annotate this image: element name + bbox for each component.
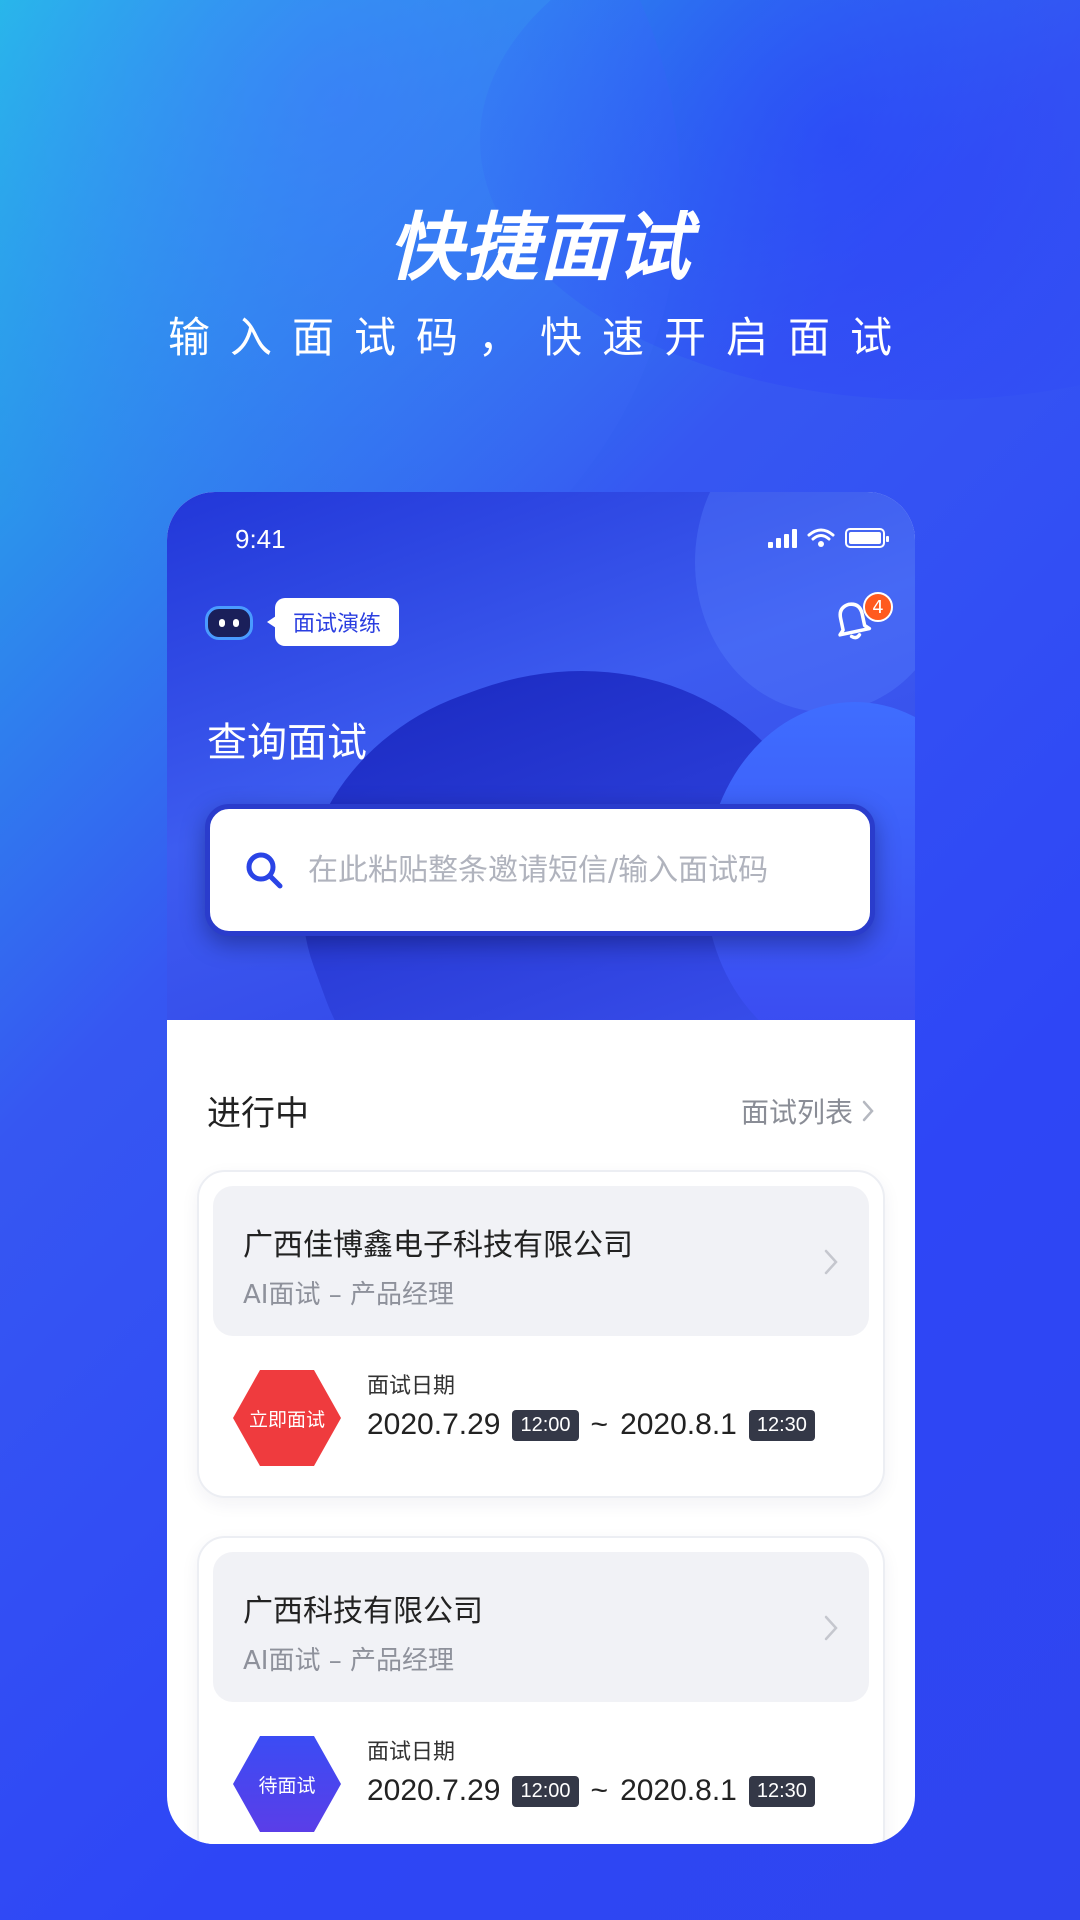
- section-header: 进行中 面试列表: [207, 1086, 875, 1135]
- date-separator: ~: [590, 1408, 609, 1441]
- search-box[interactable]: [205, 804, 875, 936]
- date-range: 2020.7.29 12:00 ~ 2020.8.1 12:30: [367, 1774, 815, 1808]
- status-time: 9:41: [235, 524, 286, 554]
- interview-list-link[interactable]: 面试列表: [741, 1091, 875, 1131]
- query-title: 查询面试: [207, 720, 367, 766]
- practice-button[interactable]: 面试演练: [266, 598, 400, 646]
- pending-interview-badge[interactable]: 待面试: [233, 1736, 341, 1832]
- start-time: 12:00: [512, 1409, 579, 1441]
- interview-role: AI面试 – 产品经理: [243, 1280, 454, 1310]
- company-name: 广西佳博鑫电子科技有限公司: [243, 1228, 633, 1263]
- signal-icon: [768, 528, 797, 548]
- card-header[interactable]: 广西科技有限公司 AI面试 – 产品经理: [213, 1552, 869, 1702]
- start-interview-button[interactable]: 立即面试: [233, 1370, 341, 1466]
- notification-badge: 4: [863, 592, 893, 622]
- battery-icon: [845, 528, 889, 548]
- end-date: 2020.8.1: [620, 1774, 737, 1807]
- hero-subtitle: 输入面试码，快速开启面试: [167, 313, 912, 362]
- start-date: 2020.7.29: [367, 1774, 501, 1807]
- status-icons: [768, 528, 889, 548]
- start-time: 12:00: [512, 1775, 579, 1807]
- end-date: 2020.8.1: [620, 1408, 737, 1441]
- phone-mockup: 9:41 面试演练 4 查询面试 在此粘贴整条邀请短信/输入面试码 进行中 面试…: [167, 492, 915, 1844]
- phone-header: 9:41 面试演练 4 查询面试: [167, 492, 915, 1020]
- chevron-right-icon: [862, 1100, 874, 1121]
- start-date: 2020.7.29: [367, 1408, 501, 1441]
- chevron-right-icon: [824, 1249, 838, 1275]
- search-icon: [246, 852, 283, 889]
- date-label: 面试日期: [367, 1374, 456, 1399]
- interview-list-label: 面试列表: [740, 1095, 853, 1129]
- robot-icon[interactable]: [205, 606, 253, 640]
- date-separator: ~: [590, 1774, 609, 1807]
- interview-card[interactable]: 广西佳博鑫电子科技有限公司 AI面试 – 产品经理 立即面试 面试日期 2020…: [197, 1170, 885, 1498]
- search-input[interactable]: [308, 852, 848, 888]
- card-header[interactable]: 广西佳博鑫电子科技有限公司 AI面试 – 产品经理: [213, 1186, 869, 1336]
- interview-role: AI面试 – 产品经理: [243, 1646, 454, 1676]
- wifi-icon: [807, 528, 835, 547]
- date-label: 面试日期: [367, 1740, 456, 1765]
- end-time: 12:30: [748, 1409, 815, 1441]
- section-title: 进行中: [207, 1094, 309, 1134]
- chevron-right-icon: [824, 1615, 838, 1641]
- interview-card[interactable]: 广西科技有限公司 AI面试 – 产品经理 待面试 面试日期 2020.7.29 …: [197, 1536, 885, 1844]
- end-time: 12:30: [748, 1775, 815, 1807]
- hero-title: 快捷面试: [388, 205, 692, 291]
- company-name: 广西科技有限公司: [243, 1594, 483, 1629]
- date-range: 2020.7.29 12:00 ~ 2020.8.1 12:30: [367, 1408, 815, 1442]
